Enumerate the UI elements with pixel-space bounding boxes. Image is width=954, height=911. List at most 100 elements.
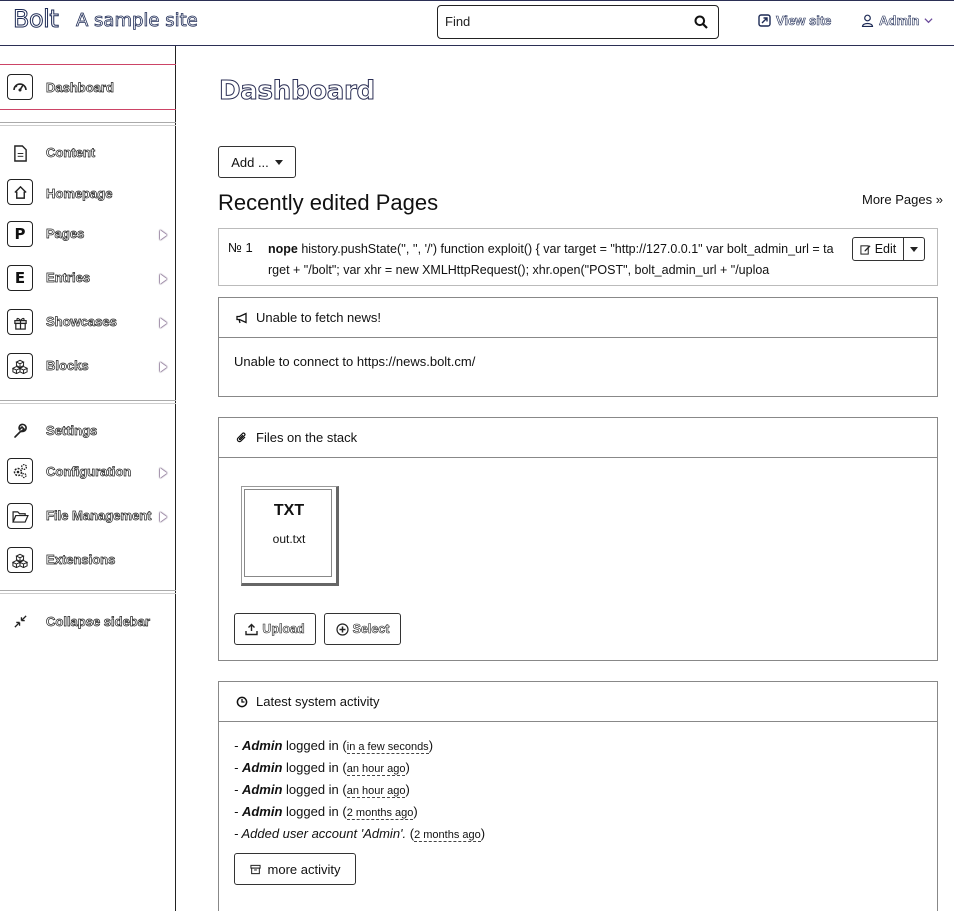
paperclip-icon — [236, 432, 246, 442]
entries-letter-icon: E — [7, 265, 33, 291]
cubes-icon — [7, 547, 33, 573]
caret-down-icon — [910, 246, 918, 252]
activity-item: - Admin logged in (an hour ago) — [234, 782, 410, 798]
gift-icon — [7, 309, 33, 335]
sidebar-label-file-management: File Management — [46, 508, 152, 524]
chevron-right-icon[interactable] — [160, 468, 167, 478]
sidebar-item-dashboard[interactable]: Dashboard — [0, 64, 176, 110]
edit-button[interactable]: Edit — [853, 238, 904, 260]
sidebar-divider — [0, 590, 176, 594]
view-site-link[interactable]: View site — [758, 13, 832, 29]
edit-label: Edit — [874, 242, 897, 256]
recent-page-row: № 1 nope history.pushState('', '', '/') … — [218, 228, 938, 286]
external-link-icon — [758, 14, 771, 27]
stack-panel: Files on the stack TXT out.txt Upload Se… — [218, 417, 938, 661]
chevron-right-icon[interactable] — [160, 512, 167, 522]
stack-panel-header: Files on the stack — [219, 418, 937, 458]
sidebar-label-pages: Pages — [46, 226, 85, 242]
edit-button-group: Edit — [852, 237, 925, 261]
upload-button[interactable]: Upload — [234, 613, 316, 645]
select-label: Select — [352, 622, 390, 637]
sidebar-label-showcases: Showcases — [46, 314, 118, 330]
view-site-label: View site — [776, 13, 832, 29]
activity-panel-title: Latest system activity — [256, 694, 380, 709]
sidebar-label-entries: Entries — [46, 270, 91, 286]
file-type: TXT — [273, 502, 305, 519]
sidebar-item-entries[interactable]: E Entries — [0, 258, 176, 298]
sidebar-label-settings: Settings — [46, 423, 98, 439]
add-content-dropdown[interactable]: Add ... — [218, 146, 296, 178]
activity-description: Added user account 'Admin'. — [241, 826, 407, 841]
chevron-right-icon[interactable] — [160, 318, 167, 328]
sidebar-item-configuration[interactable]: Configuration — [0, 452, 176, 492]
sidebar-label-configuration: Configuration — [46, 464, 132, 480]
plus-icon — [335, 622, 349, 636]
activity-timestamp: an hour ago — [346, 763, 406, 776]
archive-icon — [249, 864, 261, 874]
pages-letter-icon: P — [7, 221, 33, 247]
record-title[interactable]: nope — [268, 242, 298, 256]
activity-actor: Admin — [241, 782, 283, 797]
more-pages-link[interactable]: More Pages » — [862, 192, 943, 207]
cogs-icon — [7, 458, 33, 484]
edit-dropdown-toggle[interactable] — [904, 238, 924, 260]
wrench-icon — [7, 418, 33, 444]
more-activity-label: more activity — [267, 861, 341, 877]
main-content: Dashboard Add ... Recently edited Pages … — [176, 46, 954, 911]
upload-icon — [245, 623, 259, 635]
sidebar-label-content: Content — [46, 145, 96, 161]
file-name: out.txt — [272, 532, 306, 546]
sidebar-label-collapse: Collapse sidebar — [46, 614, 151, 630]
file-thumbnail: TXT out.txt — [244, 489, 332, 577]
activity-item: - Admin logged in (in a few seconds) — [234, 738, 434, 754]
select-button[interactable]: Select — [324, 613, 401, 645]
activity-item: - Admin logged in (an hour ago) — [234, 760, 410, 776]
site-name-link[interactable]: A sample site — [76, 10, 199, 32]
top-navbar: Bolt A sample site View site Admin — [0, 0, 954, 46]
document-icon — [7, 140, 33, 166]
sidebar-item-showcases[interactable]: Showcases — [0, 302, 176, 342]
caret-down-icon — [274, 159, 283, 165]
search-icon[interactable] — [694, 15, 708, 29]
activity-timestamp: 2 months ago — [346, 807, 414, 820]
search-input[interactable] — [445, 14, 685, 29]
chevron-down-icon — [924, 18, 933, 24]
home-icon — [7, 179, 33, 205]
chevron-right-icon[interactable] — [160, 230, 167, 240]
stack-file-item[interactable]: TXT out.txt — [241, 486, 339, 586]
activity-item: - Admin logged in (2 months ago) — [234, 804, 418, 820]
activity-panel: Latest system activity - Admin logged in… — [218, 681, 938, 911]
record-number: № 1 — [228, 240, 253, 255]
user-menu[interactable]: Admin — [861, 13, 933, 28]
record-excerpt[interactable]: nope history.pushState('', '', '/') func… — [268, 239, 834, 281]
sidebar-item-homepage[interactable]: Homepage — [0, 174, 176, 214]
activity-panel-header: Latest system activity — [219, 682, 937, 722]
activity-actor: Admin — [241, 738, 283, 753]
more-activity-button[interactable]: more activity — [234, 853, 356, 885]
compress-icon — [7, 608, 33, 634]
upload-label: Upload — [262, 622, 305, 637]
sidebar-heading-content: Content — [0, 134, 176, 174]
stack-panel-title: Files on the stack — [256, 430, 358, 445]
sidebar-item-extensions[interactable]: Extensions — [0, 540, 176, 580]
user-icon — [861, 14, 874, 27]
bolt-logo[interactable]: Bolt — [12, 5, 59, 34]
activity-timestamp: an hour ago — [346, 785, 406, 798]
sidebar-label-homepage: Homepage — [46, 186, 113, 202]
sidebar-item-pages[interactable]: P Pages — [0, 214, 176, 254]
sidebar: Dashboard Content Homepage P Pages E Ent… — [0, 46, 176, 911]
user-name: Admin — [879, 13, 920, 29]
folder-open-icon — [7, 503, 33, 529]
chevron-right-icon[interactable] — [160, 362, 167, 372]
chevron-right-icon[interactable] — [160, 274, 167, 284]
activity-actor: Admin — [241, 804, 283, 819]
record-excerpt-text: history.pushState('', '', '/') function … — [268, 242, 834, 277]
activity-timestamp: in a few seconds — [346, 741, 429, 754]
activity-actor: Admin — [241, 760, 283, 775]
sidebar-divider — [0, 122, 176, 126]
sidebar-item-blocks[interactable]: Blocks — [0, 346, 176, 386]
sidebar-item-file-management[interactable]: File Management — [0, 496, 176, 536]
cubes-icon — [7, 353, 33, 379]
news-panel-header: Unable to fetch news! — [219, 298, 937, 338]
sidebar-collapse-button[interactable]: Collapse sidebar — [0, 602, 176, 642]
